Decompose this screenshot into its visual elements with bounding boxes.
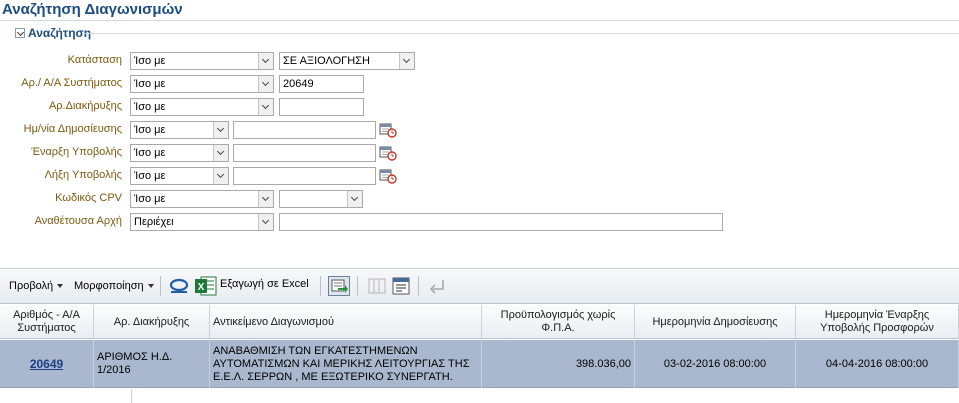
submission-start-label: Έναρξη Υποβολής bbox=[31, 146, 122, 158]
submission-start-operator-value: Ίσο με bbox=[134, 147, 166, 159]
submission-start-row: Έναρξη Υποβολής Ίσο με bbox=[0, 144, 959, 162]
col-header-publication-date[interactable]: Ημερομηνία Δημοσίευσης bbox=[635, 305, 796, 339]
contracting-authority-row: Αναθέτουσα Αρχή Περιέχει bbox=[0, 213, 959, 231]
contracting-authority-label: Αναθέτουσα Αρχή bbox=[34, 215, 122, 227]
chevron-down-icon[interactable] bbox=[258, 76, 273, 92]
submission-start-input[interactable] bbox=[233, 144, 376, 162]
chevron-down-icon[interactable] bbox=[258, 99, 273, 115]
contracting-authority-operator-select[interactable]: Περιέχει bbox=[130, 213, 274, 231]
contracting-authority-operator-value: Περιέχει bbox=[134, 216, 174, 228]
chevron-down-icon[interactable] bbox=[213, 122, 228, 138]
cell-declaration: ΑΡΙΘΜΟΣ Η.Δ. 1/2016 bbox=[94, 340, 210, 388]
system-id-label: Αρ./ Α/Α Συστήματος bbox=[21, 77, 122, 89]
col-header-system-id[interactable]: Αριθμός - Α/Α Συστήματος bbox=[0, 305, 94, 339]
toolbar-separator bbox=[160, 276, 161, 296]
submission-end-input[interactable] bbox=[233, 167, 376, 185]
toolbar-separator bbox=[320, 276, 321, 296]
declaration-input[interactable] bbox=[279, 98, 364, 116]
submission-start-operator-select[interactable]: Ίσο με bbox=[130, 144, 229, 162]
chevron-down-icon[interactable] bbox=[258, 53, 273, 69]
search-section-title: Αναζήτηση bbox=[28, 26, 92, 40]
cell-budget: 398.036,00 bbox=[482, 340, 635, 388]
system-id-input[interactable]: 20649 bbox=[279, 75, 364, 93]
cell-submission-start: 04-04-2016 08:00:00 bbox=[796, 340, 959, 388]
cpv-operator-select[interactable]: Ίσο με bbox=[130, 190, 274, 208]
status-row: Κατάσταση Ίσο με ΣΕ ΑΞΙΟΛΟΓΗΣΗ bbox=[0, 52, 959, 70]
go-back-icon[interactable] bbox=[428, 279, 446, 295]
calendar-icon[interactable] bbox=[379, 122, 397, 138]
calendar-icon[interactable] bbox=[379, 168, 397, 184]
status-operator-value: Ίσο με bbox=[134, 55, 166, 67]
chevron-down-icon[interactable] bbox=[399, 53, 414, 69]
declaration-operator-value: Ίσο με bbox=[134, 101, 166, 113]
view-menu-label: Προβολή bbox=[9, 280, 54, 292]
chevron-down-icon[interactable] bbox=[258, 191, 273, 207]
declaration-label: Αρ.Διακήρυξης bbox=[48, 100, 122, 112]
declaration-operator-select[interactable]: Ίσο με bbox=[130, 98, 274, 116]
status-operator-select[interactable]: Ίσο με bbox=[130, 52, 274, 70]
search-divider bbox=[85, 33, 959, 34]
col-header-budget[interactable]: Προϋπολογισμός χωρίς Φ.Π.Α. bbox=[482, 305, 635, 339]
system-id-operator-value: Ίσο με bbox=[134, 78, 166, 90]
cell-publication-date: 03-02-2016 08:00:00 bbox=[635, 340, 796, 388]
format-menu-label: Μορφοποίηση bbox=[74, 280, 144, 292]
title-divider bbox=[0, 20, 959, 21]
publication-date-operator-value: Ίσο με bbox=[134, 124, 166, 136]
svg-text:X: X bbox=[198, 282, 205, 293]
excel-icon[interactable]: X bbox=[195, 276, 217, 296]
calendar-icon[interactable] bbox=[379, 145, 397, 161]
chevron-down-icon[interactable] bbox=[258, 214, 273, 230]
cpv-value-select[interactable] bbox=[279, 190, 363, 208]
freeze-icon[interactable] bbox=[368, 278, 386, 294]
toolbar-separator bbox=[357, 276, 358, 296]
declaration-row: Αρ.Διακήρυξης Ίσο με bbox=[0, 98, 959, 116]
search-section-header[interactable]: Αναζήτηση bbox=[15, 26, 91, 40]
table-footer-divider bbox=[131, 389, 132, 403]
oracle-icon[interactable] bbox=[169, 277, 189, 295]
results-table-header: Αριθμός - Α/Α Συστήματος Αρ. Διακήρυξης … bbox=[0, 305, 959, 339]
toolbar-separator bbox=[418, 276, 419, 296]
detach-icon[interactable] bbox=[328, 276, 350, 296]
cpv-operator-value: Ίσο με bbox=[134, 193, 166, 205]
publication-date-operator-select[interactable]: Ίσο με bbox=[130, 121, 229, 139]
page-title: Αναζήτηση Διαγωνισμών bbox=[2, 1, 183, 18]
caret-down-icon bbox=[57, 284, 64, 289]
wrap-icon[interactable] bbox=[392, 277, 410, 295]
submission-end-label: Λήξη Υποβολής bbox=[44, 169, 122, 181]
submission-end-row: Λήξη Υποβολής Ίσο με bbox=[0, 167, 959, 185]
form-divider bbox=[0, 268, 959, 269]
cell-system-id: 20649 bbox=[0, 340, 94, 388]
caret-down-icon bbox=[147, 284, 154, 289]
col-header-subject[interactable]: Αντικείμενο Διαγωνισμού bbox=[210, 305, 482, 339]
cpv-row: Κωδικός CPV Ίσο με bbox=[0, 190, 959, 208]
system-id-row: Αρ./ Α/Α Συστήματος Ίσο με 20649 bbox=[0, 75, 959, 93]
submission-end-operator-select[interactable]: Ίσο με bbox=[130, 167, 229, 185]
table-row[interactable]: 20649 ΑΡΙΘΜΟΣ Η.Δ. 1/2016 ΑΝΑΒΑΘΜΙΣΗ ΤΩΝ… bbox=[0, 340, 959, 388]
publication-date-row: Ημ/νία Δημοσίευσης Ίσο με bbox=[0, 121, 959, 139]
chevron-down-icon[interactable] bbox=[213, 145, 228, 161]
cpv-label: Κωδικός CPV bbox=[55, 192, 122, 204]
publication-date-label: Ημ/νία Δημοσίευσης bbox=[23, 123, 122, 135]
format-menu[interactable]: Μορφοποίηση bbox=[74, 280, 154, 292]
system-id-link[interactable]: 20649 bbox=[30, 357, 63, 371]
chevron-down-icon[interactable] bbox=[213, 168, 228, 184]
status-label: Κατάσταση bbox=[67, 54, 122, 66]
status-value: ΣΕ ΑΞΙΟΛΟΓΗΣΗ bbox=[283, 55, 370, 67]
status-value-select[interactable]: ΣΕ ΑΞΙΟΛΟΓΗΣΗ bbox=[279, 52, 415, 70]
submission-end-operator-value: Ίσο με bbox=[134, 170, 166, 182]
system-id-operator-select[interactable]: Ίσο με bbox=[130, 75, 274, 93]
contracting-authority-input[interactable] bbox=[279, 213, 723, 231]
col-header-submission-start[interactable]: Ημερομηνία Έναρξης Υποβολής Προσφορών bbox=[796, 305, 959, 339]
view-menu[interactable]: Προβολή bbox=[9, 280, 64, 292]
cell-subject: ΑΝΑΒΑΘΜΙΣΗ ΤΩΝ ΕΓΚΑΤΕΣΤΗΜΕΝΩΝ ΑΥΤΟΜΑΤΙΣΜ… bbox=[210, 340, 482, 388]
collapse-icon[interactable] bbox=[15, 28, 25, 38]
export-excel-button[interactable]: Εξαγωγή σε Excel bbox=[220, 278, 309, 290]
results-toolbar: Προβολή Μορφοποίηση X Εξαγωγή σε Excel bbox=[0, 270, 959, 304]
publication-date-input[interactable] bbox=[233, 121, 376, 139]
chevron-down-icon[interactable] bbox=[347, 191, 362, 207]
col-header-declaration[interactable]: Αρ. Διακήρυξης bbox=[94, 305, 210, 339]
